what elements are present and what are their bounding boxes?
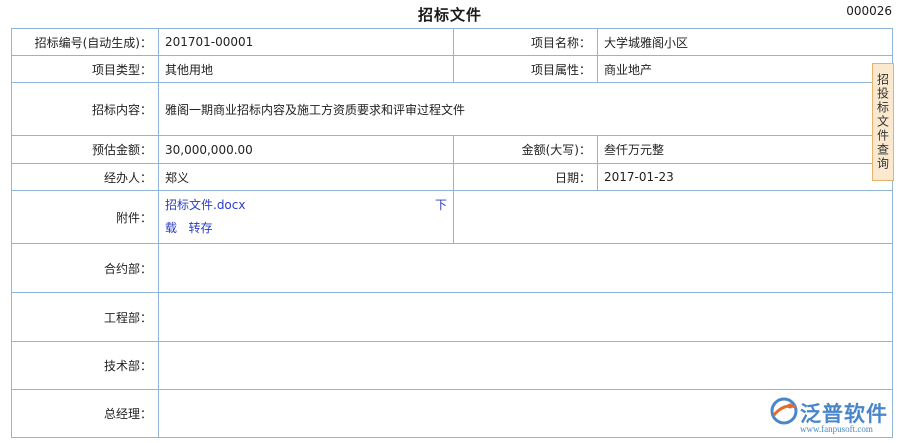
engineering-dept-field[interactable] [158, 292, 893, 342]
project-name-label: 项目名称： [453, 28, 598, 56]
side-tab-label: 招投标文件查询 [875, 73, 890, 171]
document-number: 000026 [846, 4, 892, 18]
attachment-actions: 载 转存 [165, 219, 212, 236]
project-name-value: 大学城雅阁小区 [597, 28, 893, 56]
contract-dept-field[interactable] [158, 243, 893, 293]
transfer-save-link[interactable]: 转存 [188, 221, 212, 235]
bid-number-value: 201701-00001 [158, 28, 454, 56]
bid-content-value: 雅阁一期商业招标内容及施工方资质要求和评审过程文件 [158, 82, 893, 136]
download-link-part1[interactable]: 下 [435, 196, 447, 213]
estimated-amount-label: 预估金额： [11, 135, 159, 164]
engineering-dept-label: 工程部： [11, 292, 159, 342]
attachment-empty-cell [453, 190, 893, 244]
bid-document-query-tab[interactable]: 招投标文件查询 [872, 63, 894, 181]
logo-mark-icon [770, 397, 798, 425]
page-title: 招标文件 [417, 6, 482, 24]
download-link-part2[interactable]: 载 [165, 221, 177, 235]
project-type-label: 项目类型： [11, 55, 159, 83]
fanpu-logo: 泛普软件 www.fanpusoft.com [770, 396, 898, 442]
project-type-value: 其他用地 [158, 55, 454, 83]
amount-in-words-value: 叁仟万元整 [597, 135, 893, 164]
bid-content-label: 招标内容： [11, 82, 159, 136]
attachment-label: 附件： [11, 190, 159, 244]
bid-form-table: 招标编号(自动生成)： 201701-00001 项目名称： 大学城雅阁小区 项… [11, 28, 893, 438]
title-bar: 招标文件 000026 [0, 0, 900, 27]
estimated-amount-value: 30,000,000.00 [158, 135, 454, 164]
amount-in-words-label: 金额(大写)： [453, 135, 598, 164]
attachment-cell: 招标文件.docx 下 载 转存 [158, 190, 454, 244]
contract-dept-label: 合约部： [11, 243, 159, 293]
project-attribute-label: 项目属性： [453, 55, 598, 83]
handler-value: 郑义 [158, 163, 454, 191]
date-value: 2017-01-23 [597, 163, 893, 191]
tech-dept-label: 技术部： [11, 341, 159, 390]
attachment-file-link[interactable]: 招标文件.docx [165, 196, 245, 213]
tech-dept-field[interactable] [158, 341, 893, 390]
logo-url: www.fanpusoft.com [800, 424, 873, 434]
handler-label: 经办人： [11, 163, 159, 191]
project-attribute-value: 商业地产 [597, 55, 893, 83]
bid-number-label: 招标编号(自动生成)： [11, 28, 159, 56]
attachment-area: 招标文件.docx 下 载 转存 [165, 192, 447, 243]
date-label: 日期： [453, 163, 598, 191]
general-manager-label: 总经理： [11, 389, 159, 438]
